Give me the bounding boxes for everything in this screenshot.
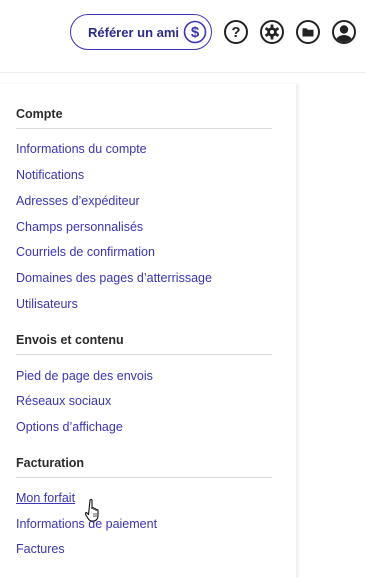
refer-friend-button[interactable]: Référer un ami $ — [70, 14, 212, 50]
folder-icon[interactable] — [295, 19, 321, 45]
menu-item-users[interactable]: Utilisateurs — [16, 297, 78, 311]
menu-item-social-networks[interactable]: Réseaux sociaux — [16, 394, 111, 408]
menu-item-landing-domains[interactable]: Domaines des pages d’atterrissage — [16, 271, 212, 285]
menu-item-confirmation-emails[interactable]: Courriels de confirmation — [16, 245, 155, 259]
section-title-sends-content: Envois et contenu — [16, 333, 124, 347]
user-avatar-icon[interactable] — [331, 19, 357, 45]
menu-item-my-plan[interactable]: Mon forfait — [16, 491, 75, 505]
menu-item-invoices[interactable]: Factures — [16, 542, 65, 556]
dollar-icon: $ — [183, 20, 207, 44]
menu-item-account-info[interactable]: Informations du compte — [16, 142, 147, 156]
section-title-account: Compte — [16, 107, 63, 121]
svg-text:$: $ — [191, 24, 200, 41]
menu-item-sender-addresses[interactable]: Adresses d’expéditeur — [16, 194, 140, 208]
menu-item-notifications[interactable]: Notifications — [16, 168, 84, 182]
hand-cursor-icon — [84, 498, 105, 524]
divider — [16, 477, 272, 478]
svg-text:?: ? — [231, 24, 240, 41]
refer-friend-label: Référer un ami — [88, 25, 180, 40]
top-bar: Référer un ami $ ? — [0, 0, 366, 73]
menu-item-display-options[interactable]: Options d’affichage — [16, 420, 123, 434]
divider — [16, 354, 272, 355]
help-icon[interactable]: ? — [223, 19, 249, 45]
divider — [16, 128, 272, 129]
menu-item-send-footer[interactable]: Pied de page des envois — [16, 369, 153, 383]
menu-item-custom-fields[interactable]: Champs personnalisés — [16, 220, 143, 234]
gear-icon[interactable] — [259, 19, 285, 45]
settings-menu: Compte Informations du compte Notificati… — [0, 84, 297, 578]
section-title-billing: Facturation — [16, 456, 85, 470]
